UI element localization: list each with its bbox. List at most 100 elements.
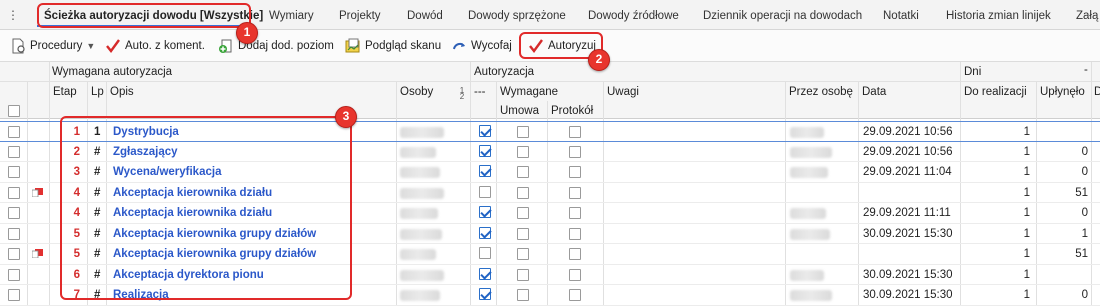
authorized-checkbox[interactable] — [479, 267, 491, 280]
redacted-authorizer — [790, 146, 832, 158]
authorized-checkbox[interactable] — [479, 165, 491, 177]
row-lp: # — [94, 289, 101, 301]
row-etap: 3 — [73, 166, 80, 178]
header-opis[interactable]: Opis — [110, 85, 134, 99]
row-select-checkbox[interactable] — [8, 186, 20, 199]
tab-dowody-sprzezone[interactable]: Dowody sprzężone — [468, 7, 566, 25]
table-row[interactable]: 5 # Akceptacja kierownika grupy działów 1 51 — [0, 244, 1100, 265]
protokol-checkbox[interactable] — [569, 248, 581, 260]
header-lp[interactable]: Lp — [91, 85, 104, 99]
header-etap[interactable]: Etap — [53, 85, 77, 99]
authorized-checkbox[interactable] — [479, 226, 491, 239]
redacted-person — [400, 228, 442, 240]
tab-menu-grip-icon[interactable]: ⋮ — [7, 7, 19, 23]
header-do-realizacji[interactable]: Do realizacji — [964, 85, 1027, 99]
select-all-checkbox[interactable] — [8, 105, 20, 117]
row-select-checkbox[interactable] — [8, 207, 20, 219]
header-uwagi[interactable]: Uwagi — [607, 85, 639, 99]
podglad-skanu-button[interactable]: Podgląd skanu — [345, 36, 441, 56]
tab-dowod[interactable]: Dowód — [407, 7, 443, 25]
row-uplynelo — [1060, 122, 1088, 142]
row-do-realizacji: 1 — [1023, 248, 1030, 260]
protokol-checkbox[interactable] — [569, 126, 581, 138]
umowa-checkbox[interactable] — [517, 248, 529, 260]
umowa-checkbox[interactable] — [517, 207, 529, 219]
umowa-checkbox[interactable] — [517, 289, 529, 301]
row-do-realizacji: 1 — [1023, 207, 1030, 219]
row-etap: 2 — [73, 145, 80, 158]
row-select-checkbox[interactable] — [8, 166, 20, 178]
row-opis-link[interactable]: Akceptacja dyrektora pionu — [113, 265, 264, 285]
umowa-checkbox[interactable] — [517, 268, 529, 281]
protokol-checkbox[interactable] — [569, 145, 581, 158]
row-select-checkbox[interactable] — [8, 227, 20, 240]
header-protokol[interactable]: Protokół — [551, 104, 593, 118]
tab-notatki[interactable]: Notatki — [883, 7, 919, 25]
row-do-realizacji: 1 — [1023, 186, 1030, 199]
auto-z-koment-button[interactable]: Auto. z koment. — [105, 36, 205, 56]
umowa-checkbox[interactable] — [517, 227, 529, 240]
protokol-checkbox[interactable] — [569, 227, 581, 240]
scan-preview-icon — [345, 38, 360, 53]
row-opis-link[interactable]: Akceptacja kierownika działu — [113, 203, 272, 223]
umowa-checkbox[interactable] — [517, 166, 529, 178]
protokol-checkbox[interactable] — [569, 207, 581, 219]
table-row[interactable]: 6 # Akceptacja dyrektora pionu 30.09.2021 1… — [0, 265, 1100, 285]
header-osoby[interactable]: Osoby — [400, 85, 433, 99]
authorized-checkbox[interactable] — [479, 185, 491, 198]
authorized-checkbox[interactable] — [479, 206, 491, 218]
header-umowa[interactable]: Umowa — [500, 104, 539, 118]
table-row[interactable]: 2 # Zgłaszający 29.09.2021 10:56 1 0 — [0, 142, 1100, 162]
tab-historia-zmian[interactable]: Historia zmian linijek — [946, 7, 1051, 25]
umowa-checkbox[interactable] — [517, 126, 529, 138]
row-select-checkbox[interactable] — [8, 126, 20, 138]
table-row[interactable]: 7 # Realizacja 30.09.2021 15:30 1 0 — [0, 285, 1100, 306]
row-opis-link[interactable]: Wycena/weryfikacja — [113, 162, 221, 182]
tab-dowody-zrodlowe[interactable]: Dowody źródłowe — [588, 7, 679, 25]
protokol-checkbox[interactable] — [569, 186, 581, 199]
table-row[interactable]: 1 1 Dystrybucja 29.09.2021 10:56 1 — [0, 121, 1100, 142]
protokol-checkbox[interactable] — [569, 289, 581, 301]
table-row[interactable]: 5 # Akceptacja kierownika grupy działów 30.… — [0, 224, 1100, 244]
authorized-checkbox[interactable] — [479, 144, 491, 157]
header-uplynelo[interactable]: Upłynęło — [1040, 85, 1085, 99]
row-opis-link[interactable]: Akceptacja kierownika działu — [113, 183, 272, 203]
row-select-checkbox[interactable] — [8, 145, 20, 158]
row-opis-link[interactable]: Akceptacja kierownika grupy działów — [113, 244, 316, 264]
row-opis-link[interactable]: Zgłaszający — [113, 142, 178, 162]
tab-zalaczniki[interactable]: Załą — [1076, 7, 1098, 25]
redacted-authorizer — [790, 269, 824, 281]
row-select-checkbox[interactable] — [8, 248, 20, 260]
procedury-button[interactable]: Procedury ▼ — [10, 36, 95, 56]
umowa-checkbox[interactable] — [517, 186, 529, 199]
row-opis-link[interactable]: Realizacja — [113, 285, 169, 305]
authorized-checkbox[interactable] — [479, 288, 491, 300]
sort-order-icon[interactable]: 12 — [457, 87, 467, 101]
header-przez-osobe[interactable]: Przez osobę — [789, 85, 853, 99]
protokol-checkbox[interactable] — [569, 268, 581, 281]
table-row[interactable]: 3 # Wycena/weryfikacja 29.09.2021 11:04 1 0 — [0, 162, 1100, 183]
tab-dziennik-operacji[interactable]: Dziennik operacji na dowodach — [703, 7, 862, 25]
wycofaj-button[interactable]: Wycofaj — [451, 36, 512, 56]
table-row[interactable]: 4 # Akceptacja kierownika działu 29.09.2021… — [0, 203, 1100, 224]
autoryzuj-button[interactable]: Autoryzuj — [528, 36, 596, 56]
row-opis-link[interactable]: Akceptacja kierownika grupy działów — [113, 224, 316, 244]
row-data: 30.09.2021 15:30 — [863, 227, 953, 240]
tab-projekty[interactable]: Projekty — [339, 7, 381, 25]
table-row[interactable]: 4 # Akceptacja kierownika działu 1 51 — [0, 183, 1100, 203]
dodaj-dod-poziom-button[interactable]: Dodaj dod. poziom — [218, 36, 334, 56]
umowa-checkbox[interactable] — [517, 145, 529, 158]
row-do-realizacji: 1 — [1023, 268, 1030, 281]
protokol-checkbox[interactable] — [569, 166, 581, 178]
annotation-badge-2: 2 — [588, 49, 610, 71]
tab-wymiary[interactable]: Wymiary — [269, 7, 314, 25]
row-opis-link[interactable]: Dystrybucja — [113, 122, 179, 142]
row-select-checkbox[interactable] — [8, 289, 20, 301]
row-select-checkbox[interactable] — [8, 268, 20, 281]
authorized-checkbox[interactable] — [479, 247, 491, 259]
authorized-checkbox[interactable] — [479, 125, 491, 137]
header-data[interactable]: Data — [862, 85, 886, 99]
auto-z-koment-label: Auto. z koment. — [125, 40, 205, 52]
row-data: 29.09.2021 11:11 — [863, 207, 951, 219]
tab-sciezka-autoryzacji[interactable]: Ścieżka autoryzacji dowodu [Wszystkie] — [44, 7, 263, 25]
